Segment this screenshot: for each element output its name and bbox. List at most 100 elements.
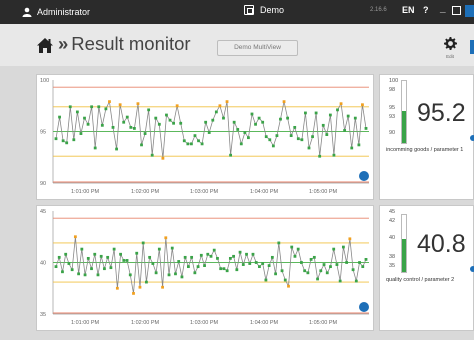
gauge-tick: 93	[389, 114, 396, 120]
data-point	[258, 265, 261, 269]
gauge-2-label: quality control / parameter 2	[386, 277, 455, 283]
chart-badge-icon[interactable]	[359, 171, 369, 181]
data-point	[180, 275, 184, 279]
data-point	[141, 241, 145, 245]
series-line	[55, 236, 367, 294]
data-point	[282, 100, 286, 104]
gear-icon	[443, 37, 457, 50]
data-point	[343, 129, 347, 132]
data-point	[97, 105, 101, 109]
data-point	[238, 250, 242, 254]
gauge-1-bar	[401, 80, 407, 144]
gauge-1-fill	[402, 110, 406, 143]
data-point	[196, 265, 200, 269]
language-selector[interactable]: EN	[402, 5, 415, 15]
user-icon	[22, 7, 32, 17]
data-point	[271, 144, 275, 148]
data-point	[77, 272, 81, 276]
data-point	[93, 252, 97, 256]
data-point	[186, 265, 190, 269]
gauge-tick: 90	[389, 130, 396, 136]
data-point	[100, 123, 104, 127]
y-tick-label: 45	[40, 209, 46, 215]
edit-button[interactable]: Edit	[440, 37, 460, 59]
x-tick-label: 1:03:00 PM	[190, 189, 219, 195]
data-point	[164, 236, 168, 240]
data-point	[170, 246, 174, 250]
data-point	[306, 271, 310, 275]
data-point	[54, 265, 58, 269]
data-point	[157, 247, 161, 251]
title-bar: Administrator Demo 2.16.6 EN ? _	[0, 0, 474, 24]
data-point	[154, 116, 158, 120]
data-point	[264, 135, 268, 139]
data-point	[300, 138, 304, 142]
gauge-2-value: 40.8	[417, 230, 466, 258]
user-name: Administrator	[37, 7, 91, 17]
minimize-button[interactable]: _	[440, 3, 446, 14]
data-point	[222, 116, 225, 120]
data-point	[293, 125, 297, 129]
multiview-button[interactable]: Demo MultiView	[217, 40, 298, 56]
home-icon[interactable]	[36, 37, 54, 59]
data-point	[332, 247, 336, 251]
data-point	[186, 142, 190, 146]
data-point	[329, 265, 332, 269]
data-point	[136, 102, 140, 106]
data-point	[307, 146, 311, 150]
data-point	[304, 111, 307, 115]
data-point	[206, 252, 210, 256]
data-point	[132, 127, 136, 130]
data-point	[182, 139, 186, 143]
chart-badge-icon[interactable]	[359, 302, 369, 312]
version-label: 2.16.6	[370, 7, 387, 13]
help-button[interactable]: ?	[423, 5, 429, 15]
data-point	[154, 271, 158, 275]
data-point	[225, 100, 229, 104]
data-point	[86, 122, 90, 126]
data-point	[72, 138, 76, 142]
data-point	[197, 139, 200, 143]
data-point	[145, 280, 148, 284]
data-point	[83, 116, 86, 120]
data-point	[261, 262, 265, 265]
data-point	[346, 114, 350, 118]
maximize-button[interactable]	[452, 6, 461, 15]
window-title: Demo	[244, 5, 284, 15]
data-point	[61, 270, 64, 274]
data-point	[364, 258, 368, 261]
gauge-2-indicator	[470, 266, 474, 272]
data-point	[354, 279, 358, 283]
series-line	[55, 100, 367, 159]
data-point	[54, 137, 58, 141]
gauge-1: 100 98 95 93 90 95.2 incomming goods / p…	[379, 74, 474, 200]
user-menu[interactable]: Administrator	[22, 4, 90, 20]
side-button[interactable]	[470, 40, 474, 54]
data-point	[112, 247, 116, 251]
data-point	[73, 235, 77, 239]
data-point	[303, 269, 307, 273]
data-point	[129, 125, 133, 129]
gauge-tick: 40	[389, 235, 396, 241]
data-point	[65, 141, 69, 145]
data-point	[128, 273, 132, 277]
data-point	[232, 254, 236, 258]
data-point	[293, 254, 297, 258]
data-point	[75, 110, 79, 114]
data-point	[251, 252, 255, 256]
data-point	[135, 251, 139, 255]
data-point	[118, 103, 122, 107]
data-point	[64, 252, 68, 256]
data-point	[235, 268, 239, 272]
edit-label: Edit	[446, 54, 454, 59]
gauge-tick: 100	[389, 78, 399, 84]
data-point	[357, 143, 361, 147]
data-point	[209, 254, 213, 258]
data-point	[250, 112, 254, 116]
data-point	[296, 137, 300, 141]
data-point	[248, 262, 252, 265]
data-point	[93, 146, 97, 150]
close-button[interactable]	[465, 5, 474, 17]
data-point	[277, 241, 281, 245]
x-tick-label: 1:05:00 PM	[309, 189, 338, 195]
